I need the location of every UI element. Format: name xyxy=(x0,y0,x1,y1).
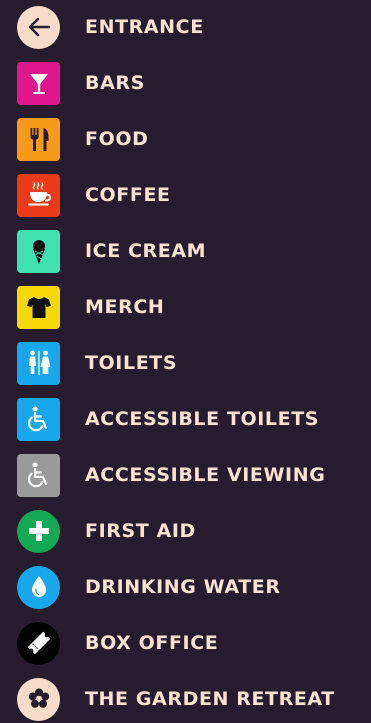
legend-label: THE GARDEN RETREAT xyxy=(85,687,335,710)
toilets-icon xyxy=(17,341,60,385)
legend-label: ENTRANCE xyxy=(85,15,204,38)
legend-label: ACCESSIBLE TOILETS xyxy=(85,407,320,430)
legend-label: TOILETS xyxy=(85,351,178,374)
legend-label: FOOD xyxy=(85,127,149,150)
legend-label: ICE CREAM xyxy=(85,239,207,262)
t-shirt-icon xyxy=(17,285,60,329)
legend-label: BOX OFFICE xyxy=(85,631,219,654)
legend-item-merch: MERCH xyxy=(0,283,371,331)
ice-cream-cone-icon xyxy=(17,229,60,273)
legend-item-first-aid: FIRST AID xyxy=(0,507,371,555)
arrow-left-icon xyxy=(17,5,60,49)
legend-label: ACCESSIBLE VIEWING xyxy=(85,463,326,486)
map-key-legend: ENTRANCE BARS FOOD COFFEE ICE CREAM MERC… xyxy=(0,0,371,721)
legend-item-the-garden-retreat: THE GARDEN RETREAT xyxy=(0,675,371,723)
legend-label: BARS xyxy=(85,71,145,94)
legend-item-accessible-toilets: ACCESSIBLE TOILETS xyxy=(0,395,371,443)
legend-item-accessible-viewing: ACCESSIBLE VIEWING xyxy=(0,451,371,499)
legend-item-drinking-water: DRINKING WATER xyxy=(0,563,371,611)
legend-item-food: FOOD xyxy=(0,115,371,163)
legend-item-entrance: ENTRANCE xyxy=(0,3,371,51)
cocktail-glass-icon xyxy=(17,61,60,105)
legend-label: COFFEE xyxy=(85,183,171,206)
first-aid-cross-icon xyxy=(17,509,60,553)
legend-item-box-office: BOX OFFICE xyxy=(0,619,371,667)
water-drop-icon xyxy=(17,565,60,609)
legend-item-bars: BARS xyxy=(0,59,371,107)
fork-knife-icon xyxy=(17,117,60,161)
ticket-icon xyxy=(17,621,60,665)
legend-label: DRINKING WATER xyxy=(85,575,281,598)
legend-item-toilets: TOILETS xyxy=(0,339,371,387)
coffee-cup-icon xyxy=(17,173,60,217)
flower-icon xyxy=(17,677,60,721)
legend-item-coffee: COFFEE xyxy=(0,171,371,219)
legend-label: MERCH xyxy=(85,295,165,318)
wheelchair-icon xyxy=(17,397,60,441)
wheelchair-icon xyxy=(17,453,60,497)
legend-item-ice-cream: ICE CREAM xyxy=(0,227,371,275)
legend-label: FIRST AID xyxy=(85,519,196,542)
